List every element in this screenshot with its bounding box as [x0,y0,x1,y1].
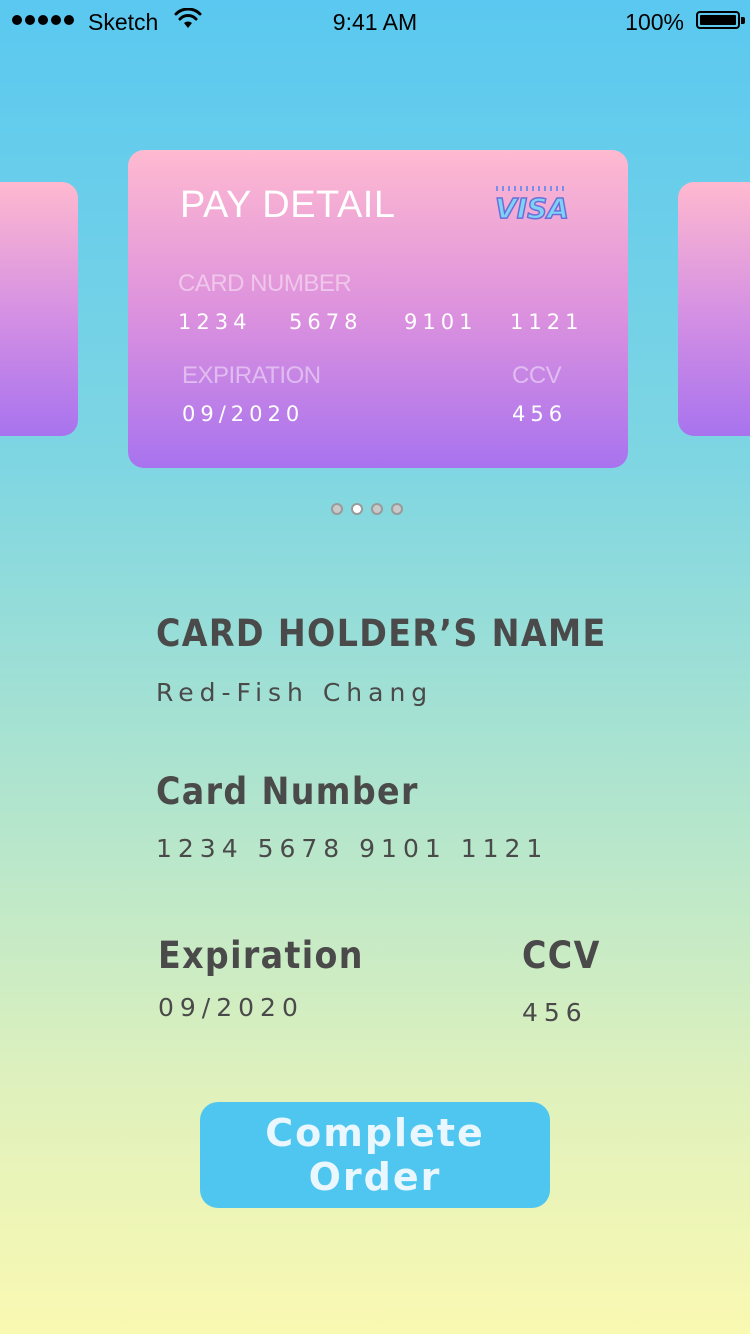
payment-card[interactable]: PAY DETAIL VISA CARD NUMBER 1234 5678 91… [128,150,628,468]
card-number-group-1: 1234 [178,310,252,334]
card-number-group-4: 1121 [510,310,584,334]
page-dot[interactable] [391,503,403,515]
complete-order-button[interactable]: Complete Order [200,1102,550,1208]
ccv-heading: CCV [522,934,601,977]
card-number-heading: Card Number [156,770,419,813]
ccv-value: 456 [522,998,588,1027]
card-title: PAY DETAIL [180,184,396,226]
card-number-group-3: 9101 [404,310,478,334]
card-number-label: CARD NUMBER [178,270,352,297]
expiration-heading: Expiration [158,934,364,977]
battery-tip [741,17,745,24]
page-dot[interactable] [371,503,383,515]
card-expiration-value: 09/2020 [182,402,305,426]
card-ccv-label: CCV [512,362,562,389]
holder-name-heading: CARD HOLDER’S NAME [156,612,607,655]
visa-logo-text: VISA [495,192,569,224]
visa-logo-icon: VISA [494,186,570,224]
card-number-value: 1234 5678 9101 1121 [156,834,549,863]
next-card[interactable] [678,182,750,436]
battery-percent: 100% [625,9,684,35]
previous-card[interactable] [0,182,78,436]
battery-icon [696,11,740,29]
holder-name-value: Red-Fish Chang [156,678,434,707]
expiration-value: 09/2020 [158,993,304,1022]
page-dot[interactable] [351,503,363,515]
page-dot[interactable] [331,503,343,515]
card-expiration-label: EXPIRATION [182,362,321,389]
card-number-group-2: 5678 [289,310,363,334]
status-bar: Sketch 9:41 AM 100% [0,0,750,44]
card-ccv-value: 456 [512,402,568,426]
page-indicator[interactable] [331,503,403,515]
